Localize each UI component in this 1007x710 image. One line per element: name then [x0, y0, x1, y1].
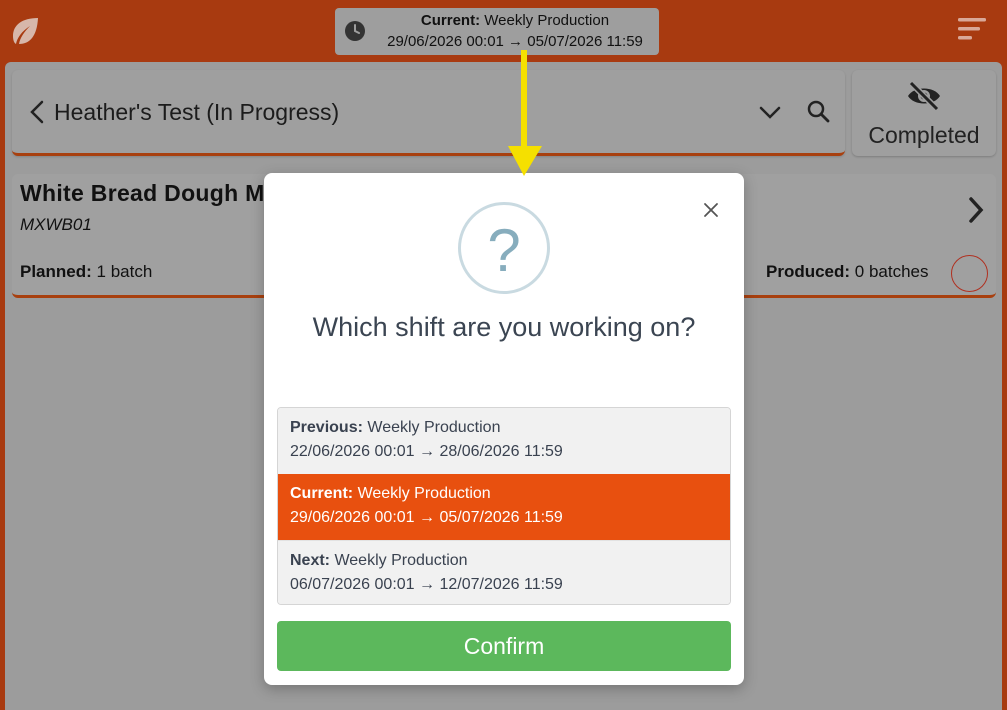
shift-title: Current: Weekly Production	[420, 12, 610, 29]
status-indicator[interactable]	[951, 255, 988, 292]
leaf-logo-icon[interactable]	[10, 16, 40, 46]
completed-toggle-button[interactable]: Completed	[852, 70, 996, 156]
order-selector[interactable]: Heather's Test (In Progress)	[12, 70, 845, 156]
shift-selection-dialog: ? Which shift are you working on? Previo…	[264, 173, 744, 685]
confirm-button[interactable]: Confirm	[277, 621, 731, 671]
top-bar: Current: Weekly Production 29/06/2026 00…	[0, 0, 1007, 62]
chevron-down-icon[interactable]	[758, 102, 782, 122]
dialog-question: Which shift are you working on?	[312, 312, 696, 342]
annotation-arrow-icon	[508, 50, 542, 176]
shift-options-list: Previous: Weekly Production 22/06/2026 0…	[277, 407, 731, 605]
produced-quantity: Produced: 0 batches	[766, 262, 929, 281]
order-title: Heather's Test (In Progress)	[54, 99, 340, 125]
search-icon[interactable]	[806, 99, 830, 123]
completed-label: Completed	[868, 122, 980, 148]
shift-option-previous[interactable]: Previous: Weekly Production 22/06/2026 0…	[278, 408, 730, 474]
planned-quantity: Planned: 1 batch	[20, 262, 153, 281]
shift-option-next[interactable]: Next: Weekly Production 06/07/2026 00:01…	[278, 540, 730, 604]
chevron-left-icon[interactable]	[28, 100, 46, 124]
question-icon: ?	[458, 202, 550, 294]
current-shift-indicator[interactable]: Current: Weekly Production 29/06/2026 00…	[335, 8, 659, 55]
chevron-right-icon[interactable]	[967, 196, 985, 224]
close-icon[interactable]	[700, 199, 722, 221]
menu-icon[interactable]	[956, 16, 988, 44]
shift-range: 29/06/2026 00:01 → 05/07/2026 11:59	[387, 33, 643, 50]
eye-slash-icon	[908, 80, 940, 112]
item-code: MXWB01	[20, 215, 92, 234]
shift-option-current[interactable]: Current: Weekly Production 29/06/2026 00…	[278, 474, 730, 540]
item-name: White Bread Dough M	[20, 180, 265, 206]
